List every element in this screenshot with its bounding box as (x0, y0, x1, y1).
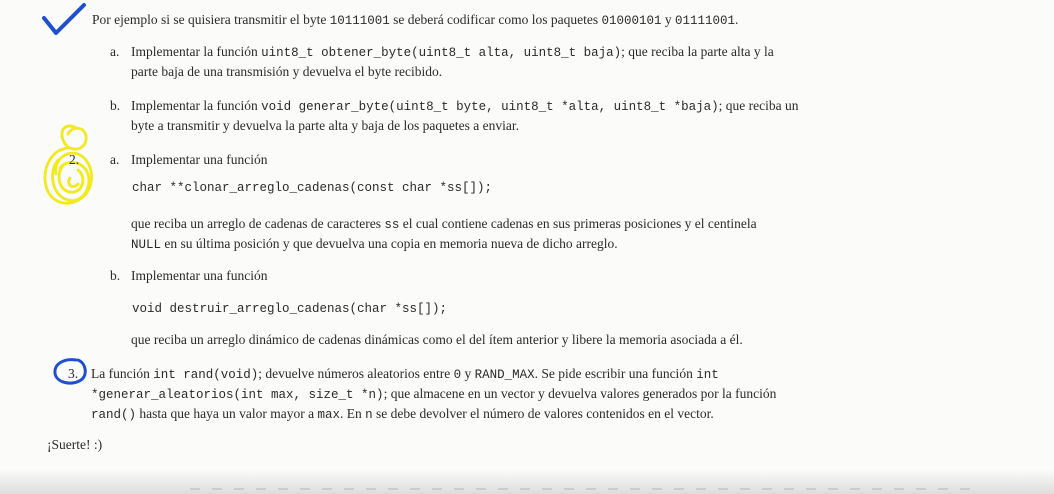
ex2-a-desc-line1: que reciba un arreglo de cadenas de cara… (131, 216, 757, 232)
closing-text: ¡Suerte! :) (47, 437, 103, 452)
ex2-b-letter: b. (110, 268, 121, 283)
page-bottom-artifact (190, 488, 970, 490)
ex2-b-intro: Implementar una función (131, 268, 268, 283)
ex2-b-code: void destruir_arreglo_cadenas(char *ss[]… (132, 302, 448, 316)
ex2-a-letter: a. (110, 152, 120, 167)
ex2-a-desc-line2: NULL en su última posición y que devuelv… (131, 236, 618, 252)
ex2-b-desc: que reciba un arreglo dinámico de cadena… (131, 332, 743, 347)
ex2-number: 2. (69, 152, 80, 167)
scribble-circle-icon (43, 124, 93, 205)
checkmark-icon (42, 3, 86, 35)
ex3-line2: *generar_aleatorios(int max, size_t *n);… (91, 386, 777, 402)
ex1-b-letter: b. (110, 98, 121, 113)
ex1-b-line1: Implementar la función void generar_byte… (131, 98, 799, 114)
ex1-a-letter: a. (110, 44, 120, 59)
ex1-a-line1: Implementar la función uint8_t obtener_b… (131, 44, 774, 60)
ex1-a-line2: parte baja de una transmisión y devuelva… (131, 64, 443, 79)
ex3-line3: rand() hasta que haya un valor mayor a m… (91, 406, 714, 422)
document-page: Por ejemplo si se quisiera transmitir el… (0, 0, 1054, 494)
intro-paragraph: Por ejemplo si se quisiera transmitir el… (92, 12, 739, 28)
ex2-a-code: char **clonar_arreglo_cadenas(const char… (132, 181, 493, 195)
page-bottom-shadow (0, 470, 1054, 494)
ex2-a-intro: Implementar una función (131, 152, 268, 167)
ex3-line1: La función int rand(void); devuelve núme… (91, 366, 719, 382)
ex1-b-line2: byte a transmitir y devuelva la parte al… (131, 118, 519, 133)
ex3-number: 3. (68, 366, 79, 381)
